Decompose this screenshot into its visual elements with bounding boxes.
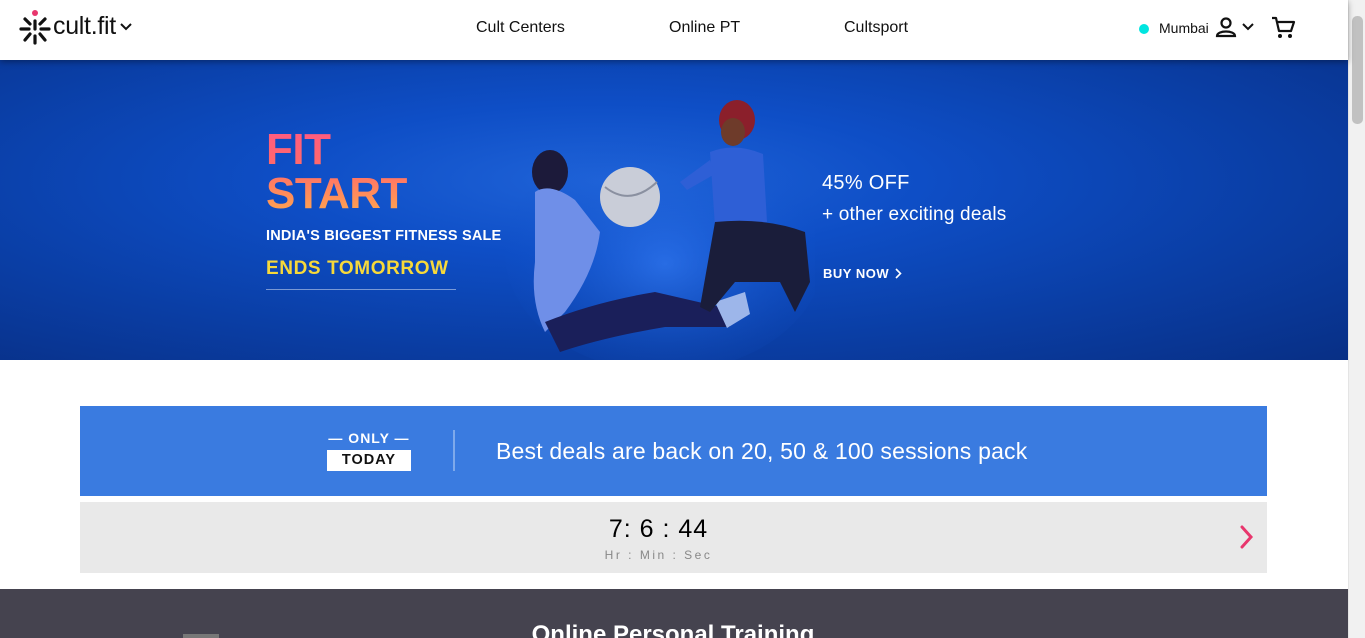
city-selector[interactable]: Mumbai xyxy=(1159,20,1209,36)
hero-athletes-image xyxy=(505,100,815,360)
hero-divider xyxy=(266,289,456,290)
page-scrollbar[interactable] xyxy=(1348,0,1365,638)
scrollbar-thumb[interactable] xyxy=(1352,16,1363,124)
section-tab-indicator xyxy=(183,634,219,638)
chevron-down-icon[interactable] xyxy=(1242,23,1254,31)
nav-cultsport[interactable]: Cultsport xyxy=(844,19,908,37)
hero-offer-sub: + other exciting deals xyxy=(822,204,1007,225)
buy-now-label: BUY NOW xyxy=(823,266,890,281)
nav-cult-centers[interactable]: Cult Centers xyxy=(476,19,565,37)
hero-title-line1: FIT xyxy=(266,125,331,174)
cultfit-logo-icon xyxy=(19,10,51,45)
city-status-dot xyxy=(1139,24,1149,34)
countdown-labels: Hr : Min : Sec xyxy=(604,548,713,562)
deal-text: Best deals are back on 20, 50 & 100 sess… xyxy=(496,438,1028,464)
logo-text: cult.fit xyxy=(53,11,116,40)
cart-icon[interactable] xyxy=(1270,15,1296,41)
buy-now-link[interactable]: BUY NOW xyxy=(823,266,902,281)
only-label: — ONLY — xyxy=(328,430,410,446)
hero-title: FIT START xyxy=(266,128,407,216)
top-header: cult.fit Cult Centers Online PT Cultspor… xyxy=(0,0,1348,60)
hero-title-line2: START xyxy=(266,169,407,218)
user-icon[interactable] xyxy=(1215,16,1237,38)
hero-subtitle: INDIA'S BIGGEST FITNESS SALE xyxy=(266,228,502,244)
hero-offer: 45% OFF xyxy=(822,172,910,194)
chevron-right-icon xyxy=(895,268,902,279)
chevron-down-icon[interactable] xyxy=(120,23,132,31)
hero-banner[interactable]: FIT START INDIA'S BIGGEST FITNESS SALE E… xyxy=(0,60,1348,360)
hero-ends-text: ENDS TOMORROW xyxy=(266,258,449,279)
countdown-bar[interactable]: 7: 6 : 44 Hr : Min : Sec xyxy=(80,502,1267,573)
nav-online-pt[interactable]: Online PT xyxy=(669,19,740,37)
today-badge: TODAY xyxy=(327,450,411,471)
chevron-right-icon[interactable] xyxy=(1240,525,1254,549)
cultfit-logo[interactable]: cult.fit xyxy=(18,7,132,47)
deal-divider xyxy=(453,430,455,471)
countdown-timer: 7: 6 : 44 xyxy=(608,515,709,543)
online-pt-section: Online Personal Training xyxy=(0,589,1348,638)
